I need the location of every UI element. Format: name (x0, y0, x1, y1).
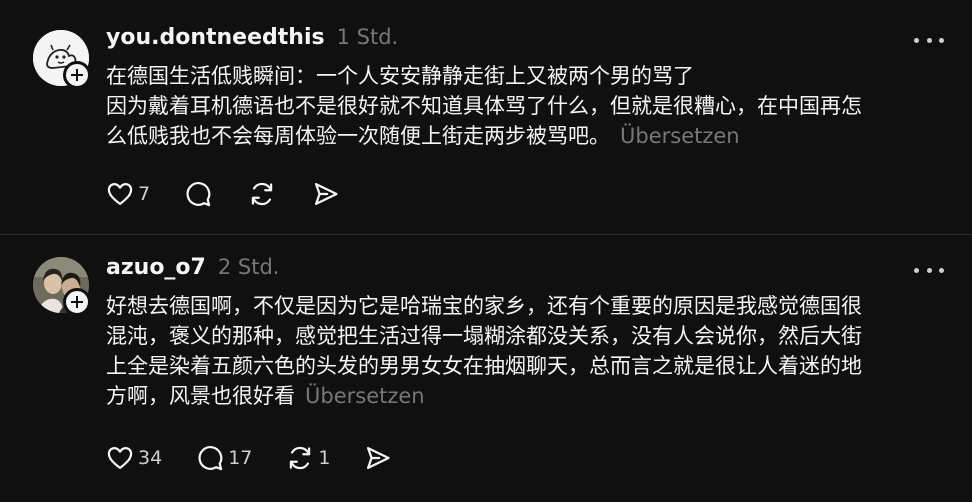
post-text-line: 混沌，褒义的那种，感觉把生活过得一塌糊涂都没关系，没有人会说你，然后大街 (106, 324, 862, 348)
more-icon[interactable] (914, 265, 944, 275)
thread-post: azuo_o7 2 Std. 好想去德国啊，不仅是因为它是哈瑞宝的家乡，还有个重… (0, 235, 972, 502)
more-icon[interactable] (914, 35, 944, 45)
follow-plus-icon[interactable] (63, 61, 91, 89)
reply-button[interactable]: 17 (196, 443, 252, 473)
translate-link[interactable]: Übersetzen (620, 124, 740, 148)
heart-icon (107, 446, 133, 470)
repost-icon (251, 182, 273, 206)
action-bar: 7 (106, 179, 340, 209)
like-count: 7 (138, 183, 151, 205)
share-button[interactable] (312, 179, 340, 209)
thread-post: you.dontneedthis 1 Std. 在德国生活低贱瞬间：一个人安安静… (0, 0, 972, 234)
reply-icon (186, 182, 211, 207)
timestamp: 2 Std. (217, 255, 280, 279)
timestamp: 1 Std. (336, 25, 399, 49)
follow-plus-icon[interactable] (63, 288, 91, 316)
post-text-line: 好想去德国啊，不仅是因为它是哈瑞宝的家乡，还有个重要的原因是我感觉德国很 (106, 294, 862, 318)
heart-icon (107, 182, 133, 206)
post-text-segment: 方啊，风景也很好看 (106, 384, 295, 408)
share-icon (367, 446, 391, 470)
post-header: azuo_o7 2 Std. (106, 255, 279, 285)
username[interactable]: azuo_o7 (106, 255, 206, 280)
like-button[interactable]: 7 (106, 179, 150, 209)
post-text-line: 上全是染着五颜六色的头发的男男女女在抽烟聊天，总而言之就是很让人着迷的地 (106, 354, 862, 378)
share-button[interactable] (364, 443, 392, 473)
post-text: 好想去德国啊，不仅是因为它是哈瑞宝的家乡，还有个重要的原因是我感觉德国很 混沌，… (106, 291, 951, 411)
repost-icon (290, 446, 311, 470)
like-count: 34 (138, 447, 163, 469)
reply-count: 17 (228, 447, 253, 469)
action-bar: 34 17 1 (106, 443, 392, 473)
post-text-line: 方啊，风景也很好看 Übersetzen (106, 381, 951, 411)
repost-count: 1 (318, 447, 331, 469)
post-text-line: 在德国生活低贱瞬间：一个人安安静静走街上又被两个男的骂了 (106, 64, 694, 88)
translate-link[interactable]: Übersetzen (305, 384, 425, 408)
repost-button[interactable]: 1 (286, 443, 330, 473)
post-header: you.dontneedthis 1 Std. (106, 25, 398, 55)
post-text-line: 么低贱我也不会每周体验一次随便上街走两步被骂吧。 Übersetzen (106, 121, 951, 151)
post-text: 在德国生活低贱瞬间：一个人安安静静走街上又被两个男的骂了 因为戴着耳机德语也不是… (106, 61, 951, 151)
like-button[interactable]: 34 (106, 443, 162, 473)
reply-icon (198, 446, 223, 471)
post-text-segment: 么低贱我也不会每周体验一次随便上街走两步被骂吧。 (106, 124, 610, 148)
repost-button[interactable] (248, 179, 276, 209)
username[interactable]: you.dontneedthis (106, 25, 325, 50)
post-text-line: 因为戴着耳机德语也不是很好就不知道具体骂了什么，但就是很糟心，在中国再怎 (106, 94, 862, 118)
reply-button[interactable] (184, 179, 212, 209)
share-icon (315, 182, 338, 206)
